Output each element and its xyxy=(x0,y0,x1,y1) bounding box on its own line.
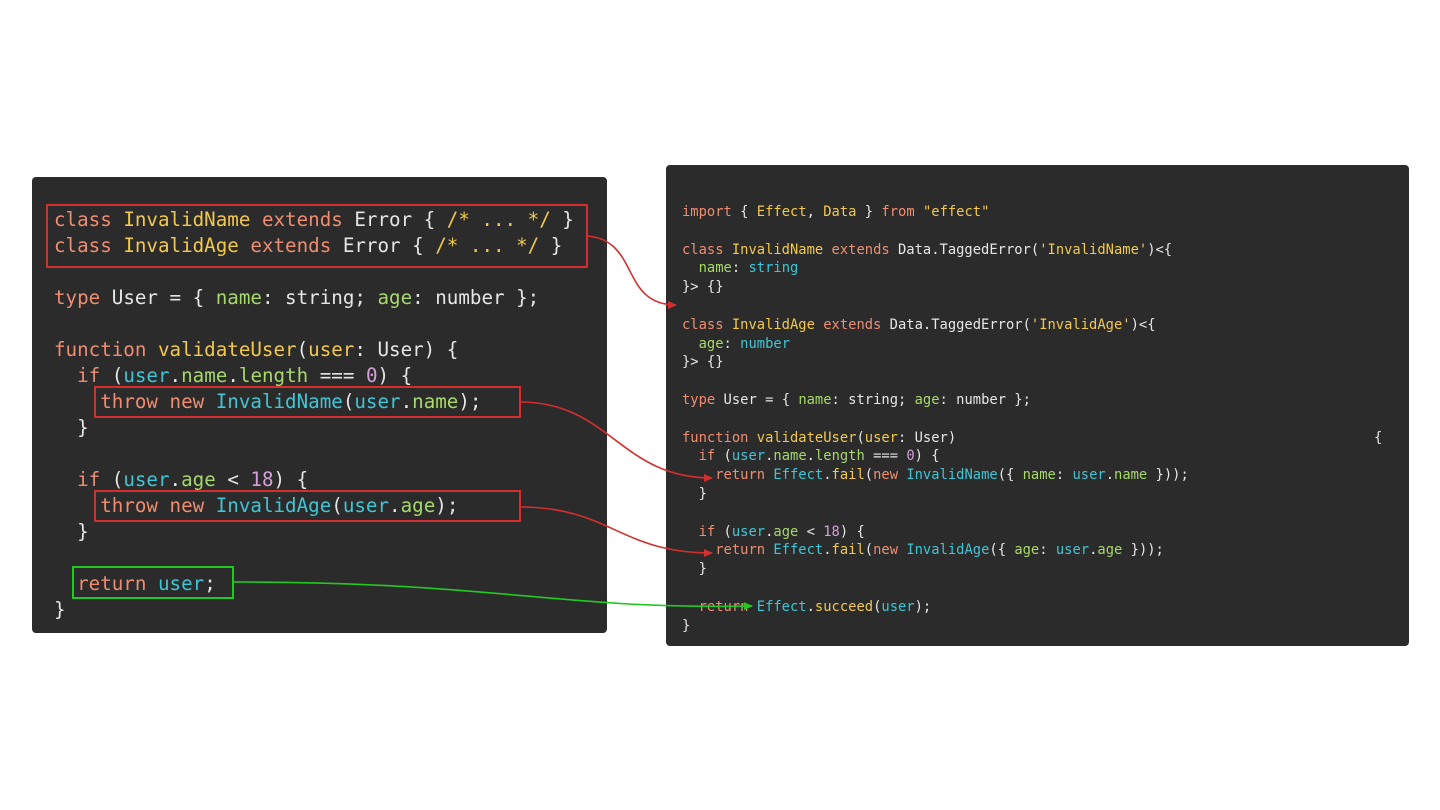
return-user-highlight-box xyxy=(72,566,234,599)
invalid-age-mapping-arrow xyxy=(519,506,713,557)
invalid-name-mapping-arrow xyxy=(519,401,713,482)
throw-invalid-name-highlight-box xyxy=(94,386,521,418)
classes-highlight-box xyxy=(46,204,588,268)
return-mapping-arrow xyxy=(232,581,753,611)
annotation-overlay xyxy=(46,204,753,611)
throw-invalid-age-highlight-box xyxy=(94,490,521,522)
classes-mapping-arrow xyxy=(586,235,677,309)
